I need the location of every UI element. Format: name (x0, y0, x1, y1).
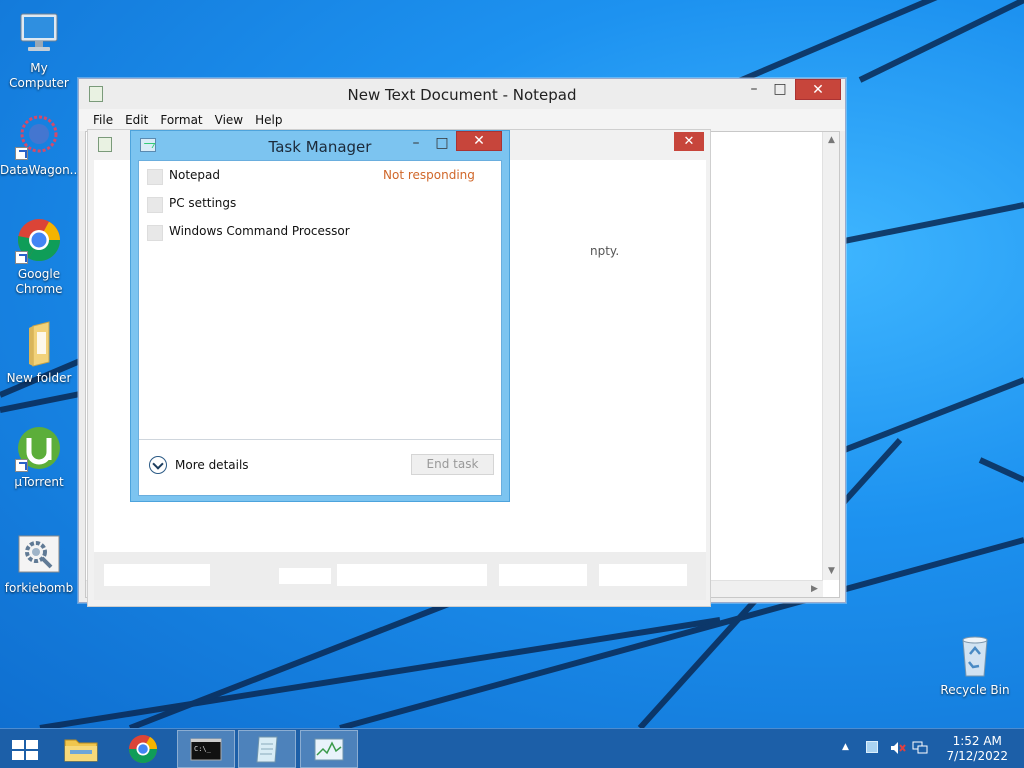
speaker-muted-icon[interactable] (890, 741, 906, 758)
desktop-icon-label: Recycle Bin (940, 683, 1010, 697)
datawagon-icon (15, 112, 63, 160)
desktop-icon-datawagon[interactable]: DataWagon... (0, 112, 82, 178)
desktop-icon-label: µTorrent (14, 475, 64, 489)
taskbar: C:\_ ▲ 1:52 AM 7/12/2022 (0, 728, 1024, 768)
process-row[interactable]: PC settings (139, 192, 501, 216)
taskbar-task-manager[interactable] (300, 730, 358, 768)
desktop-icon-label: New folder (6, 371, 72, 385)
taskbar-chrome[interactable] (114, 730, 172, 768)
task-manager-window[interactable]: Task Manager – □ ✕ Notepad Not respondin… (130, 130, 510, 502)
chrome-icon (15, 216, 63, 264)
task-manager-footer: More details End task (139, 439, 501, 495)
notepad-minimize-button[interactable]: – (741, 79, 767, 100)
shortcut-arrow-icon (15, 147, 28, 160)
more-details-label: More details (175, 458, 249, 472)
show-hidden-icons-icon[interactable]: ▲ (842, 742, 849, 752)
start-button[interactable] (0, 730, 50, 768)
process-row[interactable]: Windows Command Processor (139, 220, 501, 244)
notepad-icon (256, 736, 278, 763)
desktop-icon-new-folder[interactable]: New folder (0, 320, 78, 386)
action-center-icon[interactable] (866, 741, 878, 753)
task-manager-close-button[interactable]: ✕ (456, 131, 502, 151)
task-manager-body: Notepad Not responding PC settings Windo… (138, 160, 502, 496)
network-icon[interactable] (912, 741, 928, 758)
process-row[interactable]: Notepad Not responding (139, 164, 501, 188)
menu-edit[interactable]: Edit (119, 113, 154, 127)
scroll-right-icon[interactable]: ▶ (806, 581, 823, 598)
process-name: PC settings (169, 196, 237, 210)
shortcut-arrow-icon (15, 251, 28, 264)
notepad-titlebar[interactable]: New Text Document - Notepad – □ ✕ (79, 79, 845, 109)
process-name: Windows Command Processor (169, 224, 350, 238)
chrome-icon (129, 735, 157, 763)
vertical-scrollbar[interactable]: ▲ ▼ (822, 132, 839, 580)
scroll-up-icon[interactable]: ▲ (823, 132, 840, 149)
taskbar-file-explorer[interactable] (52, 730, 110, 768)
folder-icon (15, 320, 63, 368)
chevron-down-icon (149, 456, 167, 474)
shortcut-arrow-icon (15, 459, 28, 472)
process-status: Not responding (383, 168, 475, 182)
settings-script-icon (15, 530, 63, 578)
ghost-block (279, 568, 331, 584)
clock-date: 7/12/2022 (946, 749, 1008, 763)
clock-time: 1:52 AM (952, 734, 1002, 748)
ghost-block (499, 564, 587, 586)
taskbar-command-prompt[interactable]: C:\_ (177, 730, 235, 768)
task-manager-minimize-button[interactable]: – (403, 133, 429, 154)
ghost-status-area (94, 552, 706, 600)
computer-icon (15, 10, 63, 58)
task-manager-icon (314, 738, 344, 761)
menu-file[interactable]: File (87, 113, 119, 127)
windows-logo-icon (12, 740, 39, 761)
process-icon (147, 225, 163, 241)
notepad-menubar: File Edit Format View Help (79, 109, 845, 131)
end-task-button[interactable]: End task (411, 454, 494, 475)
desktop-icon-google-chrome[interactable]: Google Chrome (0, 216, 78, 297)
utorrent-icon (15, 424, 63, 472)
process-icon (147, 197, 163, 213)
ghost-block (599, 564, 687, 586)
desktop-icon-utorrent[interactable]: µTorrent (0, 424, 78, 490)
desktop-icon-label: forkiebomb (4, 581, 74, 595)
ghost-block (104, 564, 210, 586)
folder-icon (64, 739, 98, 762)
process-icon (147, 169, 163, 185)
menu-format[interactable]: Format (154, 113, 208, 127)
taskbar-notepad[interactable] (238, 730, 296, 768)
task-manager-maximize-button[interactable]: □ (429, 133, 455, 154)
notepad-maximize-button[interactable]: □ (767, 79, 793, 100)
desktop-icon-label: Google Chrome (15, 267, 63, 296)
desktop-icon-label: DataWagon... (0, 163, 82, 177)
system-tray: ▲ 1:52 AM 7/12/2022 (834, 729, 1024, 768)
desktop-icon-forkiebomb[interactable]: forkiebomb (0, 530, 78, 596)
desktop-icon-my-computer[interactable]: My Computer (0, 10, 78, 91)
svg-text:C:\_: C:\_ (194, 745, 212, 753)
process-name: Notepad (169, 168, 220, 182)
command-prompt-icon: C:\_ (190, 738, 222, 761)
ghost-block (337, 564, 487, 586)
menu-view[interactable]: View (209, 113, 249, 127)
scroll-down-icon[interactable]: ▼ (823, 563, 840, 580)
notepad-title: New Text Document - Notepad (347, 86, 577, 104)
more-details-toggle[interactable]: More details (149, 456, 249, 474)
menu-help[interactable]: Help (249, 113, 288, 127)
recycle-bin-icon (951, 632, 999, 680)
ghost-window-icon (98, 137, 112, 152)
desktop-icon-recycle-bin[interactable]: Recycle Bin (936, 632, 1014, 698)
task-manager-titlebar[interactable]: Task Manager – □ ✕ (131, 131, 509, 160)
desktop-icon-label: My Computer (9, 61, 69, 90)
ghost-close-button[interactable]: ✕ (674, 132, 704, 151)
taskbar-clock[interactable]: 1:52 AM 7/12/2022 (946, 734, 1008, 764)
notepad-close-button[interactable]: ✕ (795, 79, 841, 100)
ghost-partial-text: npty. (590, 244, 620, 258)
